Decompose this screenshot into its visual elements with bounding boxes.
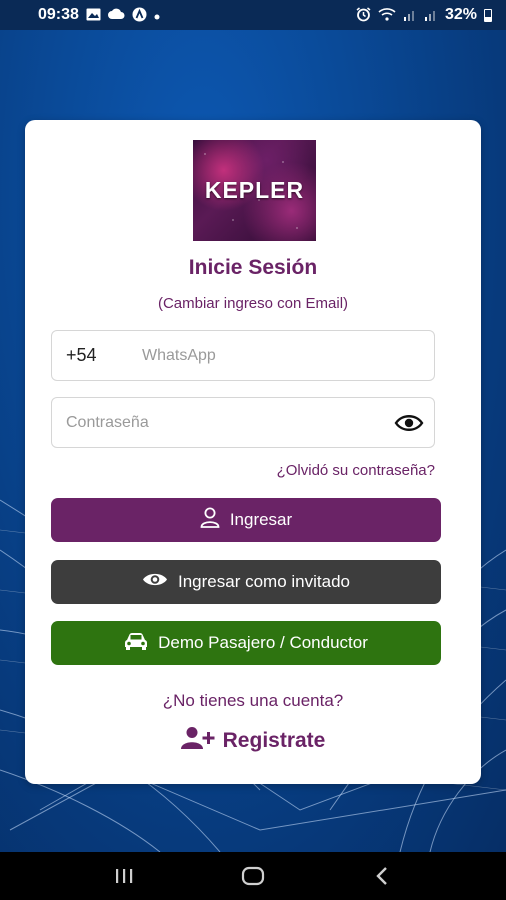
user-icon [200, 507, 220, 533]
image-icon [86, 8, 101, 23]
whatsapp-input[interactable] [142, 346, 422, 365]
battery-percent: 32% [444, 6, 477, 23]
kepler-logo: KEPLER [193, 140, 316, 241]
app-a-icon [132, 7, 147, 24]
password-input[interactable] [66, 413, 386, 432]
phone-prefix[interactable]: +54 [66, 345, 142, 366]
signal-icon [403, 8, 417, 23]
switch-to-email-link[interactable]: (Cambiar ingreso con Email) [25, 295, 481, 312]
phone-field[interactable]: +54 [51, 330, 435, 381]
status-time: 09:38 [38, 6, 79, 23]
login-button-label: Ingresar [229, 510, 293, 529]
back-icon[interactable] [362, 861, 402, 891]
forgot-password-link[interactable]: ¿Olvidó su contraseña? [277, 462, 435, 479]
status-bar-left: 09:38 [38, 6, 160, 24]
demo-button-label: Demo Pasajero / Conductor [158, 633, 368, 652]
recent-apps-icon[interactable] [104, 861, 144, 891]
cloud-icon [107, 8, 125, 22]
eye-icon [142, 571, 168, 593]
home-icon[interactable] [233, 861, 273, 891]
register-link[interactable]: Registrate [25, 726, 481, 756]
register-label: Registrate [222, 729, 326, 752]
logo-text: KEPLER [204, 177, 305, 203]
battery-icon [484, 8, 492, 22]
page-title: Inicie Sesión [188, 256, 318, 279]
show-password-eye-icon[interactable] [394, 413, 424, 433]
guest-login-button[interactable]: Ingresar como invitado [51, 560, 441, 604]
wifi-icon [378, 7, 396, 23]
guest-button-label: Ingresar como invitado [178, 572, 350, 591]
status-bar: 09:38 32% [0, 0, 506, 30]
status-bar-right: 32% [356, 6, 492, 24]
user-plus-icon [180, 726, 215, 756]
signal-icon [424, 8, 438, 23]
dot-icon [154, 9, 160, 22]
login-button[interactable]: Ingresar [51, 498, 441, 542]
no-account-text: ¿No tienes una cuenta? [162, 691, 344, 710]
navigation-bar [0, 852, 506, 900]
car-icon [124, 632, 148, 655]
password-field[interactable] [51, 397, 435, 448]
alarm-icon [356, 6, 371, 24]
login-card: KEPLER Inicie Sesión (Cambiar ingreso co… [25, 120, 481, 784]
demo-button[interactable]: Demo Pasajero / Conductor [51, 621, 441, 665]
